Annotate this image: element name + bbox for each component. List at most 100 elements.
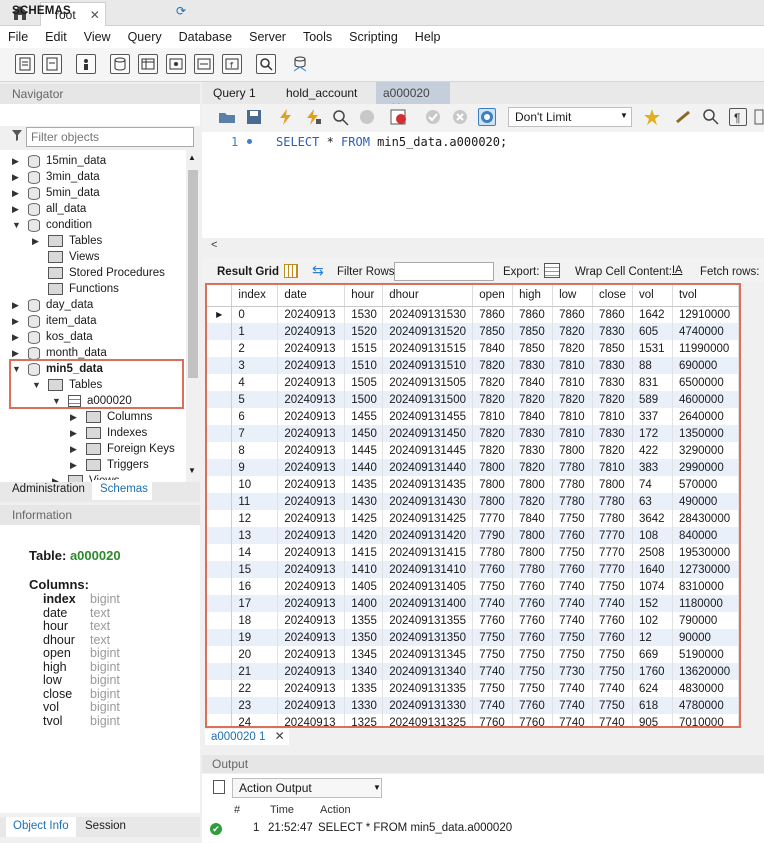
grid-column-header[interactable]: low [552, 285, 594, 307]
query-tab-query1[interactable]: Query 1 [213, 82, 256, 104]
grid-cell[interactable]: 20240913 [277, 391, 346, 408]
grid-cell[interactable]: 202409131330 [382, 697, 474, 714]
tree-item[interactable]: ▶ Columns [70, 409, 152, 425]
grid-cell[interactable]: 20240913 [277, 493, 346, 510]
tree-item[interactable]: ▶ item_data [12, 313, 97, 329]
table-row[interactable]: 8 20240913 1445 202409131445 7820 7830 7800 782… [207, 442, 739, 459]
table-row[interactable]: 18 20240913 1355 202409131355 7760 7760 7740 77… [207, 612, 739, 629]
close-icon[interactable]: ✕ [90, 8, 100, 22]
menu-file[interactable]: File [8, 30, 28, 44]
grid-cell[interactable]: 7750 [512, 646, 554, 663]
grid-cell[interactable]: 7750 [592, 578, 633, 595]
menu-database[interactable]: Database [179, 30, 233, 44]
grid-cell[interactable]: 202409131425 [382, 510, 474, 527]
grid-column-header[interactable]: hour [344, 285, 384, 307]
grid-cell[interactable]: 202409131445 [382, 442, 474, 459]
grid-cell[interactable]: 1455 [344, 408, 384, 425]
grid-cell[interactable]: 202409131400 [382, 595, 474, 612]
result-tab[interactable]: a000020 1 ✕ [205, 729, 289, 745]
grid-cell[interactable]: 7810 [552, 425, 594, 442]
grid-cell[interactable]: 7820 [592, 442, 633, 459]
collapsed-arrow-icon[interactable]: ▶ [12, 172, 22, 183]
grid-cell[interactable]: 28430000 [672, 510, 739, 527]
grid-cell[interactable]: 1515 [344, 340, 384, 357]
menu-scripting[interactable]: Scripting [349, 30, 398, 44]
grid-cell[interactable]: 1430 [344, 493, 384, 510]
grid-cell[interactable]: 8 [231, 442, 279, 459]
grid-cell[interactable]: 90000 [672, 629, 739, 646]
grid-cell[interactable]: 7760 [472, 612, 514, 629]
grid-cell[interactable]: 1520 [344, 323, 384, 340]
menu-view[interactable]: View [84, 30, 111, 44]
grid-cell[interactable]: 605 [632, 323, 673, 340]
grid-cell[interactable]: 202409131345 [382, 646, 474, 663]
create-function-icon[interactable]: f [222, 54, 242, 74]
tree-item[interactable]: ▶ 5min_data [12, 185, 100, 201]
grid-cell[interactable]: 152 [632, 595, 673, 612]
grid-cell[interactable]: 1340 [344, 663, 384, 680]
grid-cell[interactable]: 7810 [592, 408, 633, 425]
grid-cell[interactable]: 7820 [472, 442, 514, 459]
grid-cell[interactable]: 1445 [344, 442, 384, 459]
grid-cell[interactable]: 7800 [472, 493, 514, 510]
table-row[interactable]: 4 20240913 1505 202409131505 7820 7840 7810 783… [207, 374, 739, 391]
grid-cell[interactable]: 18 [231, 612, 279, 629]
close-icon[interactable]: ✕ [275, 729, 285, 743]
grid-cell[interactable]: 20240913 [277, 612, 346, 629]
grid-cell[interactable]: 20240913 [277, 357, 346, 374]
grid-cell[interactable]: 7800 [592, 476, 633, 493]
grid-cell[interactable]: 20240913 [277, 578, 346, 595]
grid-cell[interactable]: 3642 [632, 510, 673, 527]
tab-session[interactable]: Session [85, 820, 126, 832]
grid-cell[interactable]: 1642 [632, 306, 673, 323]
grid-cell[interactable]: 7740 [552, 578, 594, 595]
grid-cell[interactable]: 20240913 [277, 527, 346, 544]
limit-rows-select[interactable]: Don't Limit [508, 107, 632, 127]
grid-cell[interactable]: 102 [632, 612, 673, 629]
grid-cell[interactable]: 9 [231, 459, 279, 476]
grid-cell[interactable]: 202409131355 [382, 612, 474, 629]
grid-cell[interactable]: 1074 [632, 578, 673, 595]
grid-cell[interactable]: 7750 [512, 663, 554, 680]
grid-cell[interactable]: 383 [632, 459, 673, 476]
grid-cell[interactable]: 7780 [592, 493, 633, 510]
grid-cell[interactable]: 13 [231, 527, 279, 544]
grid-cell[interactable]: 202409131440 [382, 459, 474, 476]
grid-cell[interactable]: 172 [632, 425, 673, 442]
grid-cell[interactable]: 7860 [512, 306, 554, 323]
rollback-icon[interactable] [451, 108, 469, 126]
grid-cell[interactable]: 7860 [552, 306, 594, 323]
scroll-left-icon[interactable]: < [211, 239, 217, 251]
tree-item[interactable]: Stored Procedures [32, 265, 165, 281]
grid-cell[interactable]: 15 [231, 561, 279, 578]
grid-cell[interactable]: 4780000 [672, 697, 739, 714]
autocommit-icon[interactable] [478, 108, 496, 126]
table-row[interactable]: 7 20240913 1450 202409131450 7820 7830 7810 783… [207, 425, 739, 442]
grid-cell[interactable]: 7730 [552, 663, 594, 680]
grid-cell[interactable]: 4 [231, 374, 279, 391]
grid-cell[interactable]: 7850 [512, 323, 554, 340]
grid-cell[interactable]: 202409131405 [382, 578, 474, 595]
grid-cell[interactable]: 21 [231, 663, 279, 680]
grid-cell[interactable]: 7840 [512, 408, 554, 425]
grid-cell[interactable]: 5 [231, 391, 279, 408]
grid-cell[interactable]: 7820 [472, 425, 514, 442]
grid-cell[interactable]: 7820 [552, 391, 594, 408]
menu-help[interactable]: Help [415, 30, 441, 44]
grid-cell[interactable]: 7740 [472, 697, 514, 714]
grid-cell[interactable]: 7800 [512, 476, 554, 493]
result-grid-label[interactable]: Result Grid [217, 266, 279, 278]
table-row[interactable]: 5 20240913 1500 202409131500 7820 7820 7820 782… [207, 391, 739, 408]
grid-cell[interactable]: 7760 [592, 612, 633, 629]
execute-current-icon[interactable] [304, 108, 322, 126]
tree-item[interactable]: ▶ 15min_data [12, 153, 106, 169]
grid-cell[interactable]: 7820 [512, 391, 554, 408]
grid-cell[interactable]: 6 [231, 408, 279, 425]
grid-cell[interactable]: 1415 [344, 544, 384, 561]
grid-cell[interactable]: 1760 [632, 663, 673, 680]
tree-item[interactable]: ▼ condition [12, 217, 92, 233]
grid-cell[interactable]: 1530 [344, 306, 384, 323]
grid-cell[interactable]: 202409131515 [382, 340, 474, 357]
beautify-icon[interactable] [675, 108, 693, 126]
grid-cell[interactable]: 7750 [472, 578, 514, 595]
